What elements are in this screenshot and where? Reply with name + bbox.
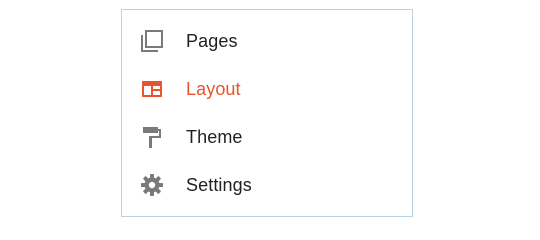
layout-icon [139,76,165,102]
nav-menu: Pages Layout Theme Settings [121,9,413,217]
menu-item-label: Layout [186,78,241,99]
menu-item-label: Settings [186,174,252,195]
menu-item-label: Pages [186,30,238,51]
menu-item-pages[interactable]: Pages [122,17,412,65]
menu-item-layout[interactable]: Layout [122,65,412,113]
menu-item-settings[interactable]: Settings [122,161,412,209]
settings-icon [139,172,165,198]
theme-icon [139,124,165,150]
menu-item-label: Theme [186,126,243,147]
pages-icon [139,28,165,54]
menu-item-theme[interactable]: Theme [122,113,412,161]
